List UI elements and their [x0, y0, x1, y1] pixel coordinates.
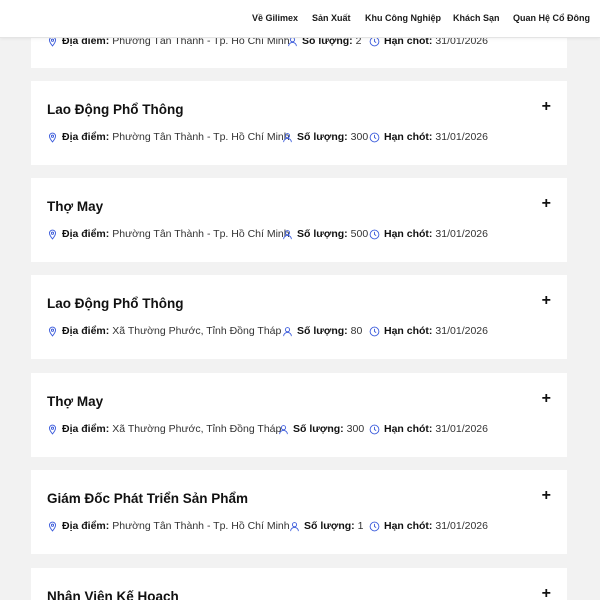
job-deadline: Hạn chót: 31/01/2026 [369, 228, 488, 240]
job-title[interactable]: Thợ May [47, 199, 103, 214]
quantity-label: Số lượng: [304, 520, 355, 532]
location-value: Xã Thường Phước, Tỉnh Đồng Tháp [112, 325, 282, 337]
deadline-label: Hạn chót: [384, 228, 433, 240]
nav-item-ve-gilimex[interactable]: Về Gilimex [252, 13, 298, 23]
job-title[interactable]: Giám Đốc Phát Triển Sản Phẩm [47, 491, 248, 506]
deadline-label: Hạn chót: [384, 325, 433, 337]
job-deadline: Hạn chót: 31/01/2026 [369, 325, 488, 337]
job-card[interactable]: Nhân Viên Kế Hoạch + [31, 568, 567, 600]
map-pin-icon [47, 424, 58, 435]
clock-icon [369, 424, 380, 435]
user-icon [282, 229, 293, 240]
user-icon [282, 132, 293, 143]
job-card[interactable]: Lao Động Phổ Thông + Địa điểm: Xã Thường … [31, 275, 567, 359]
clock-icon [369, 326, 380, 337]
job-deadline: Hạn chót: 31/01/2026 [369, 423, 488, 435]
map-pin-icon [47, 521, 58, 532]
job-title[interactable]: Nhân Viên Kế Hoạch [47, 589, 179, 600]
user-icon [278, 424, 289, 435]
location-label: Địa điểm: [62, 520, 110, 532]
nav-item-quan-he-co-dong[interactable]: Quan Hệ Cổ Đông [513, 13, 590, 23]
job-card[interactable]: Lao Động Phổ Thông + Địa điểm: Phường Tân… [31, 81, 567, 165]
job-quantity: Số lượng: 300 [282, 131, 368, 143]
location-label: Địa điểm: [62, 325, 110, 337]
nav-item-san-xuat[interactable]: Sản Xuất [312, 13, 351, 23]
quantity-label: Số lượng: [297, 325, 348, 337]
plus-icon[interactable]: + [542, 488, 551, 504]
plus-icon[interactable]: + [542, 196, 551, 212]
deadline-value: 31/01/2026 [435, 228, 488, 240]
quantity-label: Số lượng: [297, 131, 348, 143]
job-quantity: Số lượng: 80 [282, 325, 362, 337]
quantity-label: Số lượng: [293, 423, 344, 435]
deadline-label: Hạn chót: [384, 423, 433, 435]
plus-icon[interactable]: + [542, 586, 551, 600]
nav-item-khu-cong-nghiep[interactable]: Khu Công Nghiệp [365, 13, 441, 23]
job-card[interactable]: Giám Đốc Phát Triển Sản Phẩm + Địa điểm:… [31, 470, 567, 554]
quantity-value: 300 [346, 423, 365, 435]
map-pin-icon [47, 132, 58, 143]
location-label: Địa điểm: [62, 131, 110, 143]
job-location: Địa điểm: Xã Thường Phước, Tỉnh Đồng Tháp [47, 325, 281, 337]
job-deadline: Hạn chót: 31/01/2026 [369, 520, 488, 532]
plus-icon[interactable]: + [542, 391, 551, 407]
deadline-value: 31/01/2026 [435, 423, 488, 435]
nav-item-khach-san[interactable]: Khách Sạn [453, 13, 500, 23]
job-quantity: Số lượng: 1 [289, 520, 364, 532]
deadline-value: 31/01/2026 [435, 131, 488, 143]
deadline-label: Hạn chót: [384, 520, 433, 532]
quantity-value: 300 [350, 131, 369, 143]
clock-icon [369, 229, 380, 240]
job-card[interactable]: Thợ May + Địa điểm: Phường Tân Thành - Tp… [31, 178, 567, 262]
location-value: Xã Thường Phước, Tỉnh Đồng Tháp [112, 423, 282, 435]
quantity-value: 500 [350, 228, 369, 240]
plus-icon[interactable]: + [542, 99, 551, 115]
location-label: Địa điểm: [62, 228, 110, 240]
job-location: Địa điểm: Xã Thường Phước, Tỉnh Đồng Tháp [47, 423, 281, 435]
user-icon [289, 521, 300, 532]
quantity-label: Số lượng: [297, 228, 348, 240]
plus-icon[interactable]: + [542, 293, 551, 309]
location-value: Phường Tân Thành - Tp. Hồ Chí Minh [112, 228, 290, 240]
job-title[interactable]: Thợ May [47, 394, 103, 409]
user-icon [282, 326, 293, 337]
map-pin-icon [47, 229, 58, 240]
location-value: Phường Tân Thành - Tp. Hồ Chí Minh [112, 520, 290, 532]
map-pin-icon [47, 326, 58, 337]
deadline-value: 31/01/2026 [435, 520, 488, 532]
deadline-label: Hạn chót: [384, 131, 433, 143]
job-card[interactable]: Thợ May + Địa điểm: Xã Thường Phước, Tỉnh… [31, 373, 567, 457]
job-quantity: Số lượng: 500 [282, 228, 368, 240]
deadline-value: 31/01/2026 [435, 325, 488, 337]
clock-icon [369, 521, 380, 532]
job-location: Địa điểm: Phường Tân Thành - Tp. Hồ Chí M… [47, 228, 290, 240]
quantity-value: 80 [350, 325, 363, 337]
location-label: Địa điểm: [62, 423, 110, 435]
top-navigation: Về Gilimex Sản Xuất Khu Công Nghiệp Khác… [0, 0, 600, 38]
location-value: Phường Tân Thành - Tp. Hồ Chí Minh [112, 131, 290, 143]
job-location: Địa điểm: Phường Tân Thành - Tp. Hồ Chí M… [47, 131, 290, 143]
job-deadline: Hạn chót: 31/01/2026 [369, 131, 488, 143]
job-title[interactable]: Lao Động Phổ Thông [47, 102, 183, 117]
job-location: Địa điểm: Phường Tân Thành - Tp. Hồ Chí M… [47, 520, 290, 532]
clock-icon [369, 132, 380, 143]
job-quantity: Số lượng: 300 [278, 423, 364, 435]
job-title[interactable]: Lao Động Phổ Thông [47, 296, 183, 311]
quantity-value: 1 [357, 520, 364, 532]
